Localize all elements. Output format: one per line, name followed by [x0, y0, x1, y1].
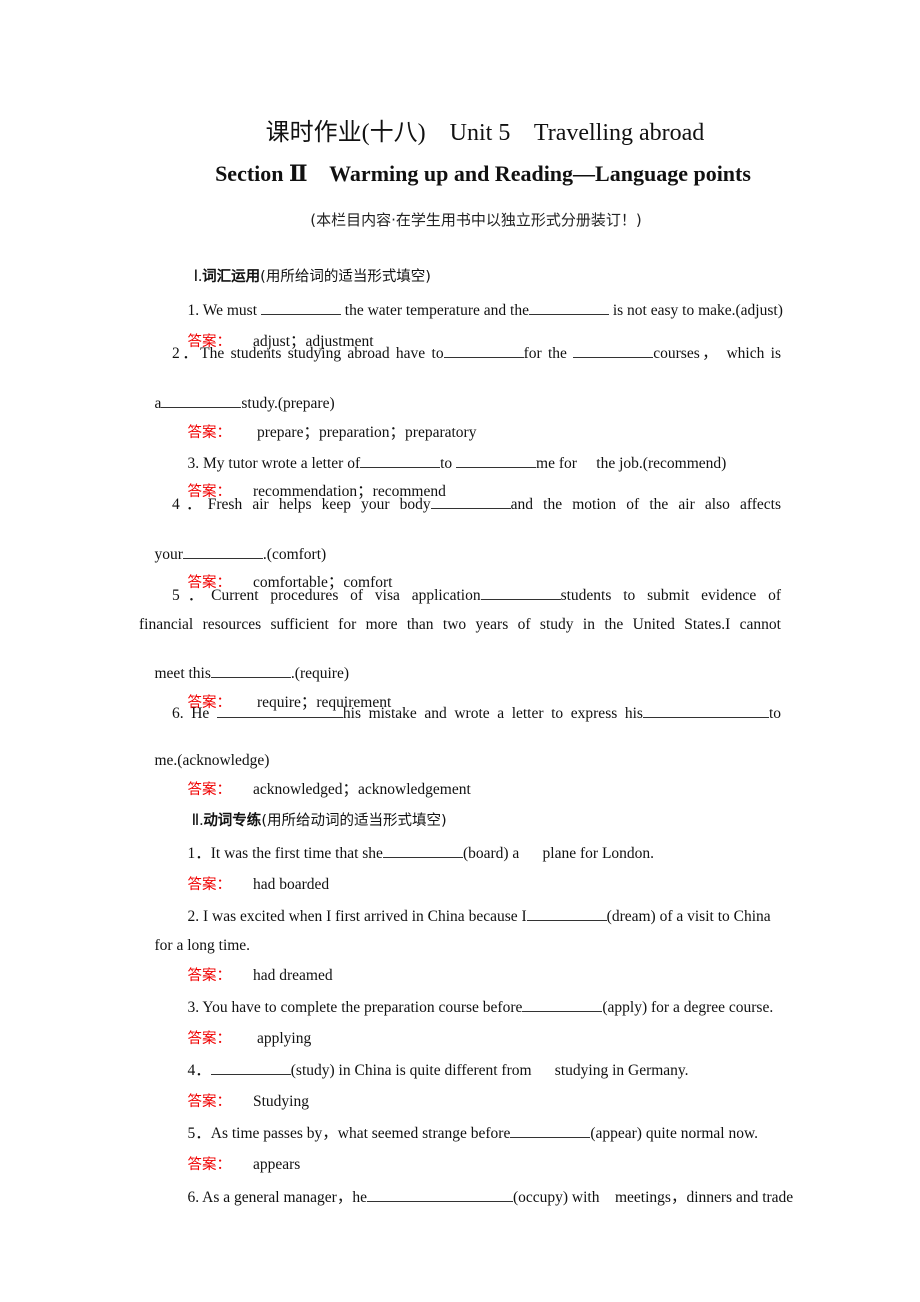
answer-blank[interactable]: [573, 343, 654, 358]
answer-blank[interactable]: [510, 1123, 591, 1138]
answer-blank[interactable]: [430, 494, 511, 509]
answer-blank[interactable]: [382, 843, 463, 858]
binding-note: (本栏目内容·在学生用书中以独立形式分册装订！): [310, 211, 642, 229]
question-1-5-cont: financial resources sufficient for more …: [139, 616, 781, 633]
answer-blank[interactable]: [366, 1187, 513, 1202]
answer-blank[interactable]: [480, 585, 561, 600]
answer-blank[interactable]: [456, 453, 537, 468]
question-1-2: 2．The students studying abroad have to fo…: [172, 343, 782, 362]
question-1-6: 6. He his mistake and wrote a letter to …: [172, 703, 781, 722]
question-1-5: 5．Current procedures of visa application…: [172, 585, 781, 604]
question-2-2: 2. I was excited when I first arrived in…: [187, 906, 771, 925]
answer-blank[interactable]: [443, 343, 524, 358]
answer-blank[interactable]: [642, 703, 769, 718]
answer-blank[interactable]: [526, 906, 607, 921]
answer-blank[interactable]: [522, 997, 603, 1012]
answer-blank[interactable]: [216, 703, 343, 718]
document-page: 课时作业(十八) Unit 5 Travelling abroad Sectio…: [0, 0, 920, 1302]
question-1-4: 4．Fresh air helps keep your body and the …: [172, 494, 782, 513]
section-subtitle: Section Ⅱ Warming up and Reading—Languag…: [215, 161, 751, 186]
question-2-6: 6. As a general manager，he (occupy) with …: [187, 1187, 794, 1206]
answer-blank[interactable]: [528, 300, 609, 315]
page-title: 课时作业(十八) Unit 5 Travelling abroad: [265, 120, 705, 146]
